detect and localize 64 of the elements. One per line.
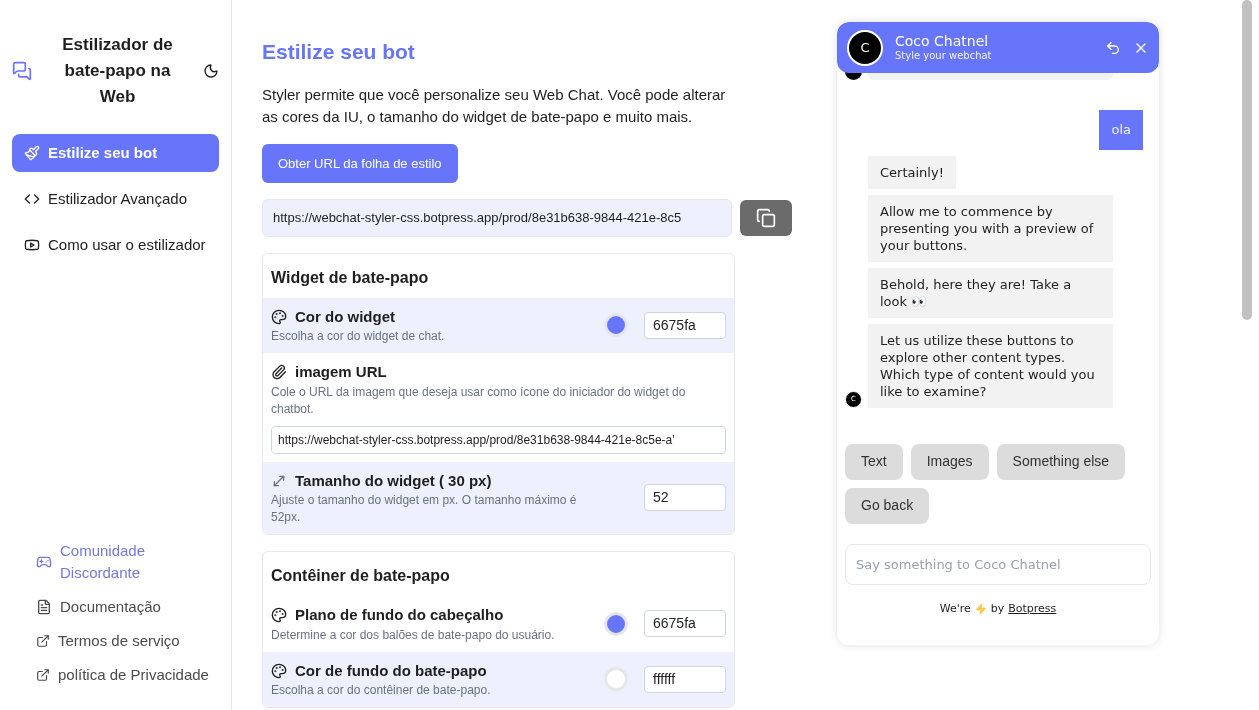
bot-message: Certainly!	[868, 155, 956, 189]
external-link-icon	[36, 668, 50, 682]
restart-icon[interactable]	[1105, 39, 1121, 56]
bot-subtitle: Style your webchat	[895, 50, 993, 62]
setting-hint: Escolha a cor do contêiner de bate-papo.	[271, 682, 492, 699]
botpress-link[interactable]: Botpress	[1008, 601, 1057, 618]
footer-link[interactable]: Documentação	[36, 596, 219, 618]
color-input[interactable]: 6675fa	[644, 610, 726, 638]
paperclip-icon	[271, 364, 287, 381]
image-url-input[interactable]: https://webchat-styler-css.botpress.app/prod/8e31b638-9844-421e-8c5e-a'	[271, 425, 726, 454]
color-input[interactable]: ffffff	[644, 665, 726, 693]
setting-hint: Escolha a cor do widget de chat.	[271, 328, 446, 345]
app-title: Estilizador de bate-papo na Web	[61, 34, 174, 108]
color-swatch[interactable]	[604, 313, 628, 338]
size-input[interactable]: 52	[644, 484, 726, 512]
footer-link[interactable]: Comunidade Discordante	[36, 540, 219, 584]
bot-avatar: C	[847, 29, 883, 66]
lightning-icon	[974, 603, 987, 616]
gamepad-icon	[36, 554, 52, 570]
external-link-icon	[36, 634, 50, 648]
dark-mode-icon[interactable]	[203, 63, 219, 79]
setting-label: imagem URL	[295, 362, 387, 382]
choice-button[interactable]: Images	[910, 443, 989, 480]
setting-hint: Cole o URL da imagem que deseja usar como ícone do iniciador do widget do chatbot.	[271, 383, 687, 418]
document-icon	[36, 599, 52, 615]
stylesheet-button[interactable]: Obter URL da folha de estilo	[262, 143, 458, 183]
footer-link[interactable]: Termos de serviço	[36, 630, 219, 652]
choice-button[interactable]: Text	[845, 443, 903, 480]
nav-item[interactable]: Como usar o estilizador	[12, 226, 219, 264]
footer-link[interactable]: política de Privacidade	[36, 664, 219, 686]
choice-button[interactable]: Go back	[845, 487, 930, 524]
choice-button[interactable]: Something else	[996, 443, 1126, 480]
bot-message: Let us utilize these buttons to explore other content types. Which type of content would you like to examine?	[868, 323, 1113, 408]
page-title: Estilize seu bot	[262, 39, 416, 65]
bot-name: Coco Chatnel	[895, 33, 990, 50]
setting-label: Plano de fundo do cabeçalho	[295, 605, 504, 625]
footer-text: by	[990, 601, 1005, 617]
stylesheet-url-field[interactable]: https://webchat-styler-css.botpress.app/prod/8e31b638-9844-421e-8c5	[262, 199, 733, 237]
color-swatch[interactable]	[604, 611, 628, 636]
nav-item[interactable]: Estilizador Avançado	[12, 180, 219, 218]
section-title: Widget de bate-papo	[270, 267, 430, 288]
setting-label: Cor do widget	[295, 306, 395, 327]
copy-icon	[756, 207, 777, 228]
setting-label: Tamanho do widget ( 30 px)	[295, 470, 492, 491]
chat-bubbles-icon	[12, 61, 32, 81]
palette-icon	[271, 607, 287, 624]
color-swatch[interactable]	[604, 667, 628, 692]
setting-hint: Ajuste o tamanho do widget em px. O tamanho máximo é 52px.	[271, 492, 578, 526]
section-title: Contêiner de bate-papo	[270, 566, 451, 586]
color-input[interactable]: 6675fa	[644, 311, 726, 339]
copy-button[interactable]	[740, 199, 792, 236]
code-icon	[24, 191, 40, 207]
bot-message: Behold, here they are! Take a look 👀	[868, 267, 1113, 318]
setting-hint: Determine a cor dos balões de bate-papo do usuário.	[271, 626, 556, 644]
palette-icon	[271, 662, 287, 679]
bot-message: Allow me to commence by presenting you with a preview of your buttons.	[868, 194, 1113, 262]
page-description: Styler permite que você personalize seu Web Chat. Você pode alterar as cores da IU, o tamanho do widget de bate-papo e muito mais.	[262, 84, 727, 127]
video-icon	[24, 237, 40, 253]
scrollbar[interactable]	[1242, 0, 1252, 320]
setting-label: Cor de fundo do bate-papo	[295, 660, 487, 681]
palette-icon	[271, 308, 287, 325]
user-message: ola	[1099, 110, 1143, 150]
nav-item[interactable]: Estilize seu bot	[12, 134, 219, 172]
footer-text: We're	[939, 601, 971, 617]
